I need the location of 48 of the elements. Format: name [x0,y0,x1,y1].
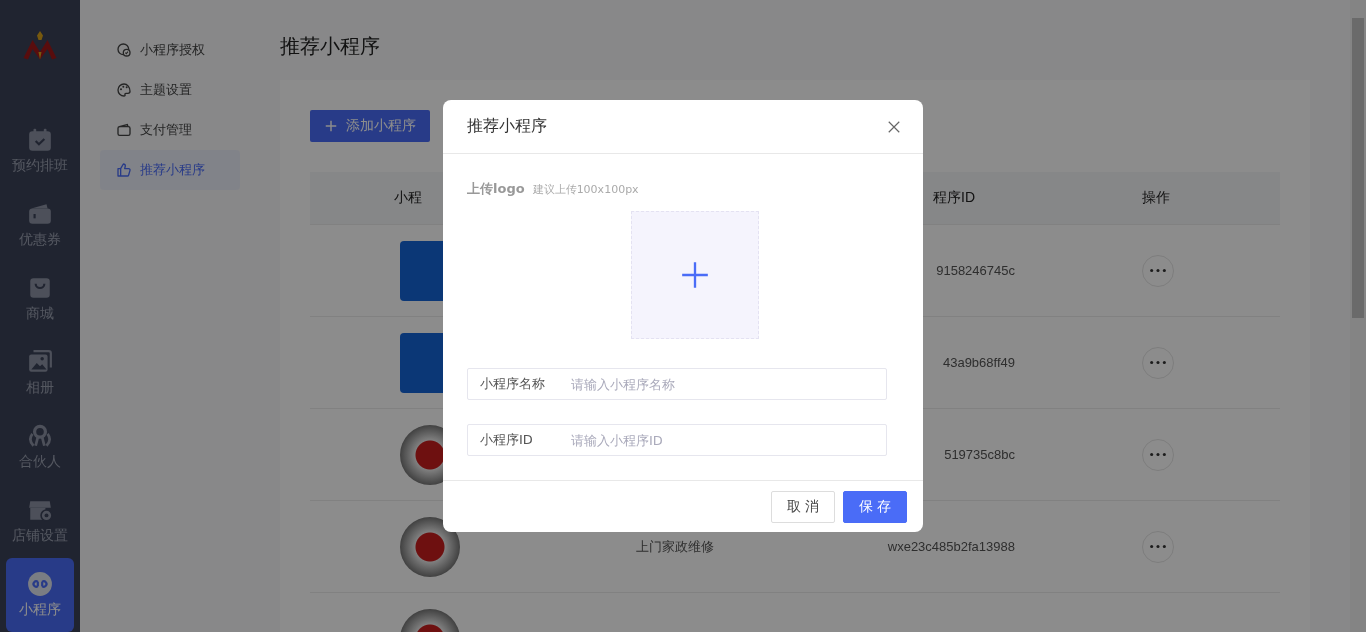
add-button[interactable]: 添加小程序 [310,110,430,142]
save-button[interactable]: 保 存 [843,490,907,523]
table-cell: 上门家政维修 [636,537,714,556]
scrollbar[interactable] [1350,0,1366,632]
table-cell: wxe23c485b2fa13988 [887,539,1015,554]
more-button[interactable] [1142,254,1174,287]
plus-icon [681,261,709,289]
upload-label: 上传logo [467,180,525,198]
column-header: 程序ID [933,189,975,207]
ellipsis-icon [1150,268,1166,273]
badge-check-icon [116,42,132,58]
thumbs-up-icon [116,162,132,178]
ellipsis-icon [1150,360,1166,365]
ellipsis-icon [1150,452,1166,457]
submenu-item[interactable]: 推荐小程序 [100,150,240,190]
column-header: 小程 [394,189,422,207]
more-button[interactable] [1142,530,1174,563]
close-icon [887,119,901,134]
more-button[interactable] [1142,438,1174,471]
wallet-icon [116,122,132,138]
input-field[interactable]: 请输入小程序ID [569,425,886,455]
plus-icon [324,119,338,133]
submenu-item[interactable]: 支付管理 [100,110,240,150]
people-icon [27,423,53,449]
ellipsis-icon [1150,544,1166,549]
calendar-check-icon [27,127,53,153]
page-title: 推荐小程序 [280,33,381,60]
wallet-icon [27,201,53,227]
cancel-button[interactable]: 取 消 [771,490,835,523]
table-cell: 43a9b68ff49 [942,355,1015,370]
column-header: 操作 [1142,189,1170,207]
table-cell: 519735c8bc [944,447,1015,462]
form-field[interactable]: 小程序名称 请输入小程序名称 [467,368,887,400]
scrollbar-thumb[interactable] [1352,18,1364,318]
more-button[interactable] [1142,346,1174,379]
nav-item[interactable]: 小程序 [6,558,74,632]
dialog-title: 推荐小程序 [467,116,547,137]
submenu-item[interactable]: 主题设置 [100,70,240,110]
input-field[interactable]: 请输入小程序名称 [569,369,886,399]
table-cell: 9158246745c [936,263,1015,278]
palette-icon [116,82,132,98]
submenu-item[interactable]: 小程序授权 [100,30,240,70]
image-icon [27,349,53,375]
form-field[interactable]: 小程序ID 请输入小程序ID [467,424,887,456]
bag-icon [27,275,53,301]
field-label: 小程序名称 [480,375,546,393]
field-label: 小程序ID [480,431,534,449]
upload-hint: 建议上传100x100px [532,182,639,197]
